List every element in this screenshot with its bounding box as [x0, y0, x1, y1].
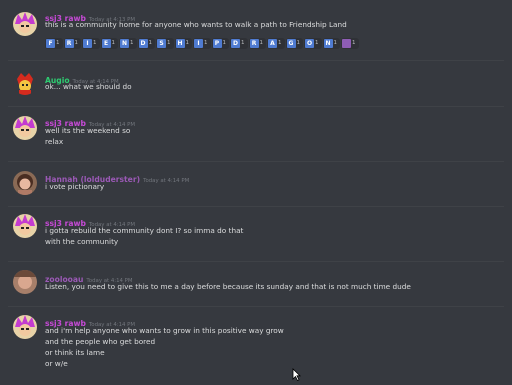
message-divider	[8, 306, 504, 307]
letter-emoji-icon: O	[305, 39, 314, 48]
message-divider	[8, 60, 504, 61]
timestamp: Today at 4:14 PM	[143, 178, 190, 184]
letter-emoji-icon: D	[138, 39, 148, 48]
message-text: Listen, you need to give this to me a da…	[45, 282, 411, 291]
letter-emoji-icon: I	[194, 39, 203, 48]
reaction-chip[interactable]: D1	[230, 38, 248, 49]
reaction-chip[interactable]: R1	[248, 38, 266, 49]
dragon-emoji-icon	[342, 39, 351, 48]
message-divider	[8, 206, 504, 207]
reaction-chip[interactable]: O1	[304, 38, 322, 49]
reaction-chip[interactable]: N1	[322, 38, 340, 49]
letter-emoji-icon: F	[46, 39, 55, 48]
letter-emoji-icon: G	[286, 39, 296, 48]
reaction-chip[interactable]: A1	[267, 38, 285, 49]
message-divider	[8, 261, 504, 262]
letter-emoji-icon: N	[323, 39, 333, 48]
avatar[interactable]	[13, 214, 37, 238]
reaction-chip[interactable]: E1	[100, 38, 118, 49]
letter-emoji-icon: I	[83, 39, 92, 48]
letter-emoji-icon: E	[101, 39, 111, 48]
reaction-chip[interactable]: H1	[174, 38, 192, 49]
reaction-chip[interactable]: G1	[285, 38, 303, 49]
reaction-chip[interactable]: D1	[137, 38, 155, 49]
reaction-chip[interactable]: I1	[193, 38, 211, 49]
reaction-row: F1R1I1E1N1D1S1H1I1P1D1R1A1G1O1N11	[45, 38, 360, 50]
avatar[interactable]	[13, 270, 37, 294]
letter-emoji-icon: P	[212, 39, 222, 48]
avatar[interactable]	[13, 315, 37, 339]
letter-emoji-icon: H	[175, 39, 185, 48]
message-divider	[8, 106, 504, 107]
message-text: or think its lame	[45, 348, 105, 357]
avatar[interactable]	[13, 116, 37, 140]
letter-emoji-icon: A	[268, 39, 277, 48]
reaction-chip[interactable]: N1	[119, 38, 137, 49]
reaction-chip[interactable]: P1	[211, 38, 229, 49]
avatar[interactable]	[13, 12, 37, 36]
reaction-chip[interactable]: I1	[82, 38, 100, 49]
message-text: i vote pictionary	[45, 182, 105, 191]
message-text: with the community	[45, 237, 119, 246]
letter-emoji-icon: R	[64, 39, 74, 48]
reaction-chip[interactable]: F1	[45, 38, 63, 49]
message-text: relax	[45, 137, 64, 146]
message-text: well its the weekend so	[45, 126, 131, 135]
message-text: this is a community home for anyone who …	[45, 20, 347, 29]
avatar[interactable]	[13, 171, 37, 195]
reaction-chip[interactable]: 1	[341, 38, 359, 49]
avatar[interactable]	[13, 71, 37, 95]
mouse-cursor-icon	[292, 366, 301, 385]
letter-emoji-icon: N	[120, 39, 129, 48]
reaction-chip[interactable]: R1	[63, 38, 81, 49]
letter-emoji-icon: R	[249, 39, 259, 48]
message-text: or w/e	[45, 359, 68, 368]
message-divider	[8, 161, 504, 162]
message-text: and i'm help anyone who wants to grow in…	[45, 326, 284, 335]
letter-emoji-icon: S	[157, 39, 166, 48]
letter-emoji-icon: D	[231, 39, 240, 48]
message-text: and the people who get bored	[45, 337, 156, 346]
reaction-chip[interactable]: S1	[156, 38, 174, 49]
message-text: ok... what we should do	[45, 82, 132, 91]
message-text: i gotta rebuild the community dont I? so…	[45, 226, 244, 235]
